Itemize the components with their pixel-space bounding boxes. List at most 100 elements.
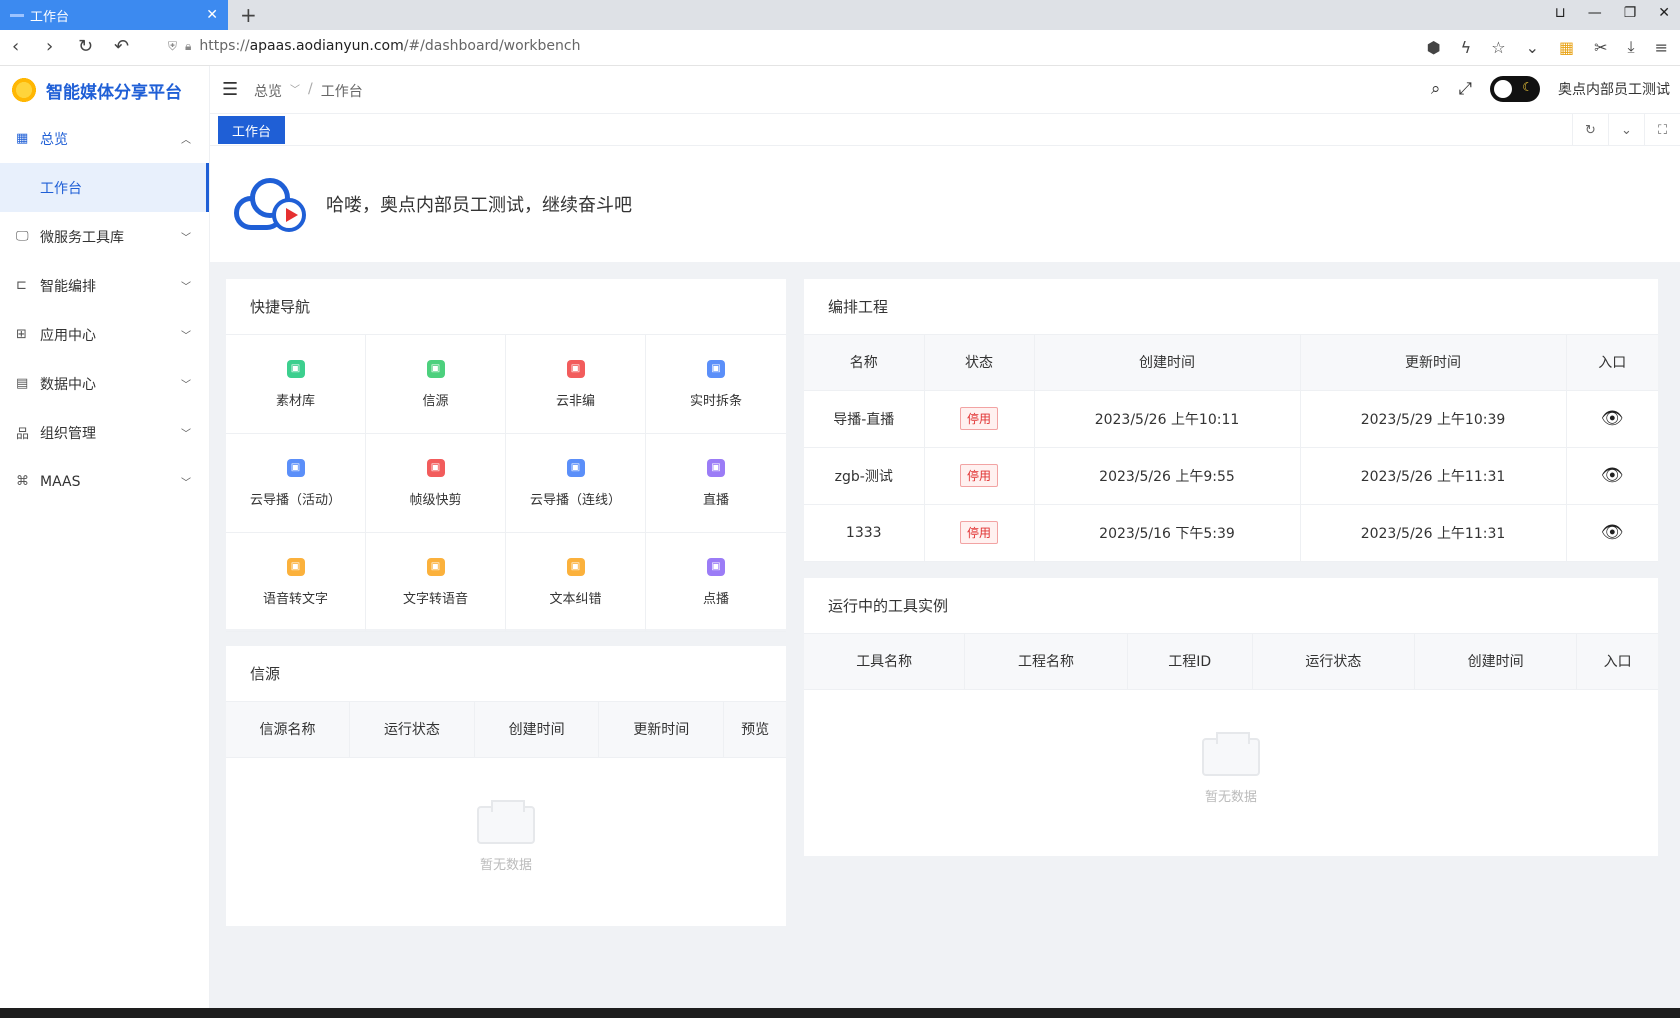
close-window-icon[interactable]: ✕ bbox=[1658, 5, 1670, 21]
restore-icon[interactable]: ❐ bbox=[1624, 5, 1637, 21]
table-cell: zgb-测试 bbox=[804, 447, 925, 505]
refresh-icon[interactable]: ↻ bbox=[1572, 114, 1608, 146]
logo[interactable]: 智能媒体分享平台 bbox=[0, 66, 209, 114]
url-path: /#/dashboard/workbench bbox=[403, 38, 581, 54]
sidebar-subitem-label: 工作台 bbox=[40, 180, 82, 197]
reload-icon[interactable]: ↻ bbox=[78, 36, 93, 57]
welcome-text: 哈喽，奥点内部员工测试，继续奋斗吧 bbox=[326, 195, 632, 216]
app-tile-icon: ▣ bbox=[707, 557, 725, 576]
quick-nav-item[interactable]: ▣ 云导播（连线） bbox=[506, 434, 646, 533]
app-tile-icon: ▣ bbox=[566, 458, 585, 477]
cell-text: 2023/5/26 上午11:31 bbox=[1360, 525, 1506, 542]
undo-icon[interactable]: ↶ bbox=[114, 36, 129, 57]
table-header-cell: 更新时间 bbox=[1300, 335, 1567, 391]
quick-nav-label: 文字转语音 bbox=[402, 591, 468, 607]
toggle-knob bbox=[1494, 80, 1512, 98]
new-tab-icon[interactable]: + bbox=[240, 3, 257, 27]
app-tile-icon: ▣ bbox=[566, 557, 585, 576]
sidebar-item-apps[interactable]: ⊞ 应用中心 ﹀ bbox=[0, 310, 209, 359]
quick-nav-label: 素材库 bbox=[275, 393, 315, 409]
cell-text: 2023/5/26 上午10:11 bbox=[1094, 411, 1240, 428]
sidebar-item-microservice[interactable]: 🖵︎ 微服务工具库 ﹀ bbox=[0, 212, 209, 261]
cell-text: 1333 bbox=[845, 524, 882, 541]
url-field[interactable]: ⛨ 🔒︎ https://apaas.aodianyun.com/#/dashb… bbox=[168, 38, 580, 54]
tab-favicon-icon bbox=[10, 13, 24, 17]
sidebar-item-overview[interactable]: ▦ 总览 ︿ bbox=[0, 114, 209, 163]
quick-nav-item[interactable]: ▣ 语音转文字 bbox=[226, 533, 366, 632]
minimize-icon[interactable]: — bbox=[1588, 5, 1602, 21]
app-tile-icon: ▣ bbox=[566, 359, 585, 378]
address-bar: ‹ › ↻ ↶ ⛨ 🔒︎ https://apaas.aodianyun.com… bbox=[0, 30, 1680, 66]
sidebar-item-label: 微服务工具库 bbox=[40, 229, 124, 246]
table-row: zgb-测试 停用 2023/5/26 上午9:55 2023/5/26 上午11:3… bbox=[804, 447, 1658, 505]
star-icon[interactable]: ☆ bbox=[1491, 38, 1505, 57]
sidebar-item-orchestration[interactable]: ⊏ 智能编排 ﹀ bbox=[0, 261, 209, 310]
tag-workbench[interactable]: 工作台 bbox=[218, 116, 286, 144]
browser-tab[interactable]: 工作台 ✕ bbox=[0, 0, 228, 30]
apps-grid-icon[interactable]: ▦ bbox=[1559, 38, 1574, 57]
quick-nav-item[interactable]: ▣ 文字转语音 bbox=[366, 533, 506, 632]
quick-nav-item[interactable]: ▣ 帧级快剪 bbox=[366, 434, 506, 533]
shirt-icon[interactable]: ⊔ bbox=[1555, 5, 1566, 21]
app-tile-icon: ▣ bbox=[707, 458, 725, 477]
user-name[interactable]: 奥点内部员工测试 bbox=[1558, 79, 1670, 99]
quick-nav-item[interactable]: ▣ 云非编 bbox=[506, 335, 646, 434]
sidebar-item-data[interactable]: ▤ 数据中心 ﹀ bbox=[0, 359, 209, 408]
sidebar-item-label: 智能编排 bbox=[40, 278, 96, 295]
source-empty: 暂无数据 bbox=[226, 799, 786, 873]
taskbar bbox=[0, 1008, 1680, 1018]
table-cell: 👁︎ bbox=[1566, 390, 1658, 448]
app-tile-icon: ▣ bbox=[426, 458, 445, 477]
quick-nav-item[interactable]: ▣ 信源 bbox=[366, 335, 506, 434]
quick-nav-label: 文本纠错 bbox=[549, 591, 602, 607]
tab-close-icon[interactable]: ✕ bbox=[206, 7, 218, 23]
quick-nav-item[interactable]: ▣ 云导播（活动） bbox=[226, 434, 366, 533]
sun-logo-icon bbox=[10, 76, 38, 104]
scissors-icon[interactable]: ✂ bbox=[1594, 38, 1607, 57]
lightning-icon[interactable]: ϟ bbox=[1461, 38, 1472, 57]
table-header-cell: 工具名称 bbox=[804, 634, 966, 690]
eye-icon[interactable]: 👁︎ bbox=[1601, 522, 1624, 543]
app-tile-icon: ▣ bbox=[426, 359, 445, 378]
back-icon[interactable]: ‹ bbox=[12, 36, 19, 57]
theme-toggle[interactable]: ☾ bbox=[1490, 76, 1540, 102]
breadcrumb-root[interactable]: 总览 bbox=[254, 81, 282, 101]
table-header-cell: 信源名称 bbox=[226, 702, 351, 758]
quick-nav-item[interactable]: ▣ 点播 bbox=[646, 533, 786, 632]
cell-text: 2023/5/29 上午10:39 bbox=[1360, 411, 1506, 428]
eye-icon[interactable]: 👁︎ bbox=[1601, 465, 1624, 486]
download-icon[interactable]: ⤓ bbox=[1628, 37, 1635, 57]
quick-nav-item[interactable]: ▣ 文本纠错 bbox=[506, 533, 646, 632]
sidebar-item-org[interactable]: 品 组织管理 ﹀ bbox=[0, 408, 209, 457]
quick-nav-item[interactable]: ▣ 素材库 bbox=[226, 335, 366, 434]
quick-nav-label: 云导播（活动） bbox=[249, 492, 341, 508]
quick-nav-item[interactable]: ▣ 实时拆条 bbox=[646, 335, 786, 434]
chevron-down-icon[interactable]: ⌄ bbox=[1608, 114, 1644, 146]
table-header-cell: 更新时间 bbox=[598, 702, 725, 758]
quick-nav-label: 语音转文字 bbox=[262, 591, 328, 607]
table-header-cell: 工程名称 bbox=[964, 634, 1128, 690]
menu-icon[interactable]: ≡ bbox=[1655, 38, 1668, 57]
extension-icon[interactable]: ⬢ bbox=[1427, 38, 1441, 57]
command-icon: ⌘ bbox=[16, 474, 29, 489]
maximize-icon[interactable]: ⛶ bbox=[1644, 114, 1680, 146]
forward-icon[interactable]: › bbox=[46, 36, 53, 57]
quick-nav-item[interactable]: ▣ 直播 bbox=[646, 434, 786, 533]
table-row: 1333 停用 2023/5/16 下午5:39 2023/5/26 上午11:31 👁… bbox=[804, 504, 1658, 562]
url-scheme: https:// bbox=[199, 38, 250, 54]
search-icon[interactable]: ⌕ bbox=[1431, 79, 1441, 99]
eye-icon[interactable]: 👁︎ bbox=[1601, 408, 1624, 429]
fullscreen-icon[interactable]: ⤢ bbox=[1458, 79, 1472, 99]
dropdown-icon[interactable]: ⌄ bbox=[1526, 38, 1539, 57]
logo-text: 智能媒体分享平台 bbox=[46, 82, 182, 103]
quick-nav-label: 实时拆条 bbox=[689, 393, 742, 409]
sidebar-item-maas[interactable]: ⌘ MAAS ﹀ bbox=[0, 457, 209, 506]
table-cell: 2023/5/26 上午11:31 bbox=[1300, 447, 1567, 505]
collapse-menu-icon[interactable]: ☰ bbox=[222, 79, 238, 100]
shield-icon: ⛨ bbox=[168, 38, 178, 53]
projects-card: 编排工程 名称 状态 创建时间 更新时间 入口 导播-直播 停用 2023/5/26 上午1… bbox=[804, 279, 1658, 562]
empty-box-icon bbox=[477, 799, 535, 844]
status-badge: 停用 bbox=[959, 464, 998, 487]
sidebar-subitem-workbench[interactable]: 工作台 bbox=[0, 163, 209, 212]
chevron-down-icon: ﹀ bbox=[181, 380, 191, 391]
